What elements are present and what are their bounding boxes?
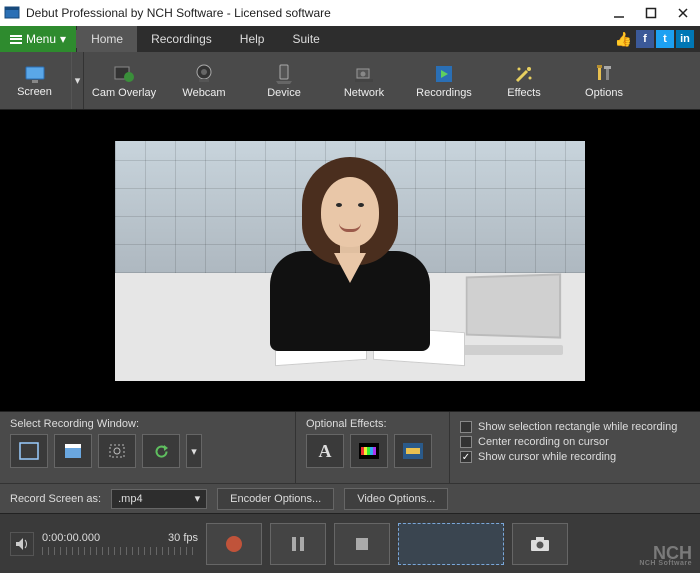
- tab-suite[interactable]: Suite: [278, 26, 333, 52]
- optional-effects-label: Optional Effects:: [306, 418, 439, 430]
- tool-webcam[interactable]: Webcam: [164, 52, 244, 109]
- tool-device[interactable]: Device: [244, 52, 324, 109]
- tab-recordings[interactable]: Recordings: [137, 26, 226, 52]
- record-as-label: Record Screen as:: [10, 493, 101, 505]
- checkbox-icon: [460, 451, 472, 463]
- text-overlay-button[interactable]: A: [306, 434, 344, 468]
- stop-button[interactable]: [334, 523, 390, 565]
- tool-options[interactable]: Options: [564, 52, 644, 109]
- select-window-button[interactable]: [54, 434, 92, 468]
- checkbox-show-cursor[interactable]: Show cursor while recording: [460, 451, 690, 463]
- checkbox-show-selection[interactable]: Show selection rectangle while recording: [460, 421, 690, 433]
- close-button[interactable]: [676, 6, 690, 20]
- select-reset-button[interactable]: [142, 434, 180, 468]
- window-title: Debut Professional by NCH Software - Lic…: [26, 6, 612, 20]
- tool-effects[interactable]: Effects: [484, 52, 564, 109]
- chevron-down-icon: ▾: [60, 32, 66, 46]
- twitter-icon[interactable]: t: [656, 30, 674, 48]
- time-block: 0:00:00.000 30 fps: [42, 532, 198, 555]
- checkbox-icon: [460, 436, 472, 448]
- select-region-button[interactable]: [98, 434, 136, 468]
- maximize-button[interactable]: [644, 6, 658, 20]
- format-select[interactable]: .mp4 ▾: [111, 489, 207, 509]
- encoder-options-button[interactable]: Encoder Options...: [217, 488, 334, 510]
- color-effect-button[interactable]: [350, 434, 388, 468]
- facebook-icon[interactable]: f: [636, 30, 654, 48]
- select-window-label: Select Recording Window:: [10, 418, 285, 430]
- cam-overlay-icon: [113, 63, 135, 85]
- checkbox-center-cursor[interactable]: Center recording on cursor: [460, 436, 690, 448]
- preview-image: [115, 141, 585, 381]
- playback-controls: 0:00:00.000 30 fps NCH NCH Software: [0, 513, 700, 573]
- watermark-button[interactable]: [394, 434, 432, 468]
- options-icon: [593, 63, 615, 85]
- snapshot-button[interactable]: [512, 523, 568, 565]
- capture-area-button[interactable]: [398, 523, 504, 565]
- titlebar: Debut Professional by NCH Software - Lic…: [0, 0, 700, 26]
- monitor-icon: [24, 64, 46, 86]
- menubar: Menu ▾ Home Recordings Help Suite 👍 f t …: [0, 26, 700, 52]
- nch-logo: NCH NCH Software: [639, 545, 692, 567]
- video-options-button[interactable]: Video Options...: [344, 488, 448, 510]
- tool-recordings[interactable]: Recordings: [404, 52, 484, 109]
- checkbox-icon: [460, 421, 472, 433]
- menu-button[interactable]: Menu ▾: [0, 26, 76, 52]
- minimize-button[interactable]: [612, 6, 626, 20]
- select-fullscreen-button[interactable]: [10, 434, 48, 468]
- recordings-icon: [433, 63, 455, 85]
- webcam-icon: [193, 63, 215, 85]
- linkedin-icon[interactable]: in: [676, 30, 694, 48]
- chevron-down-icon: ▾: [195, 492, 201, 505]
- record-button[interactable]: [206, 523, 262, 565]
- pause-button[interactable]: [270, 523, 326, 565]
- tool-screen[interactable]: Screen ▾: [0, 52, 84, 109]
- tool-cam-overlay[interactable]: Cam Overlay: [84, 52, 164, 109]
- preview-area: [0, 110, 700, 411]
- timecode: 0:00:00.000: [42, 532, 100, 544]
- select-window-dropdown[interactable]: ▾: [186, 434, 202, 468]
- tab-home[interactable]: Home: [77, 26, 137, 52]
- tab-help[interactable]: Help: [226, 26, 279, 52]
- options-panel: Select Recording Window: ▾ Optional Effe…: [0, 411, 700, 483]
- thumbs-up-icon[interactable]: 👍: [615, 31, 632, 48]
- device-icon: [273, 63, 295, 85]
- effects-icon: [513, 63, 535, 85]
- record-panel: Record Screen as: .mp4 ▾ Encoder Options…: [0, 483, 700, 513]
- volume-button[interactable]: [10, 532, 34, 556]
- screen-dropdown[interactable]: ▾: [71, 52, 83, 109]
- hamburger-icon: [10, 33, 22, 45]
- timeline-slider[interactable]: [42, 547, 198, 555]
- app-icon: [4, 5, 20, 21]
- tool-network[interactable]: Network: [324, 52, 404, 109]
- fps-label: 30 fps: [168, 532, 198, 544]
- network-icon: [353, 63, 375, 85]
- menu-button-label: Menu: [26, 32, 56, 46]
- social-links: 👍 f t in: [615, 26, 700, 52]
- toolbar: Screen ▾ Cam Overlay Webcam Device Netwo…: [0, 52, 700, 110]
